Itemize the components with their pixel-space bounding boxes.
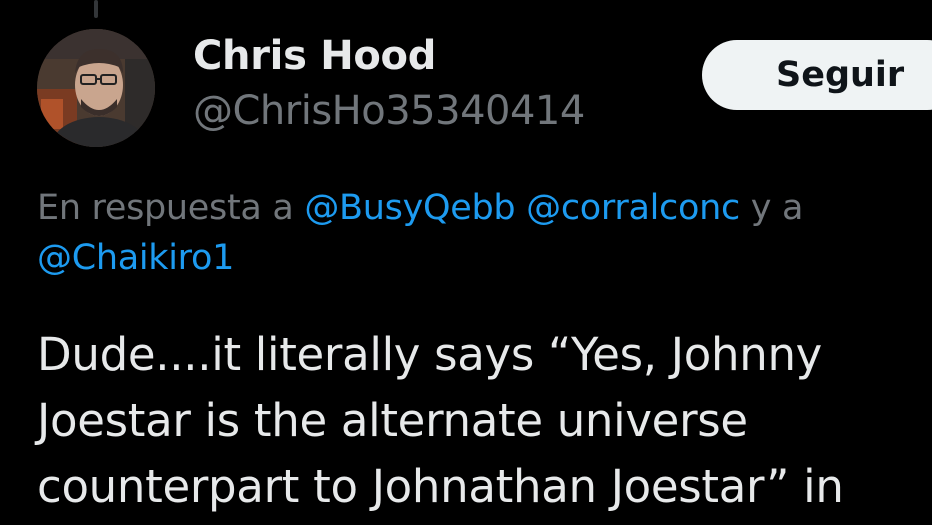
thread-connector-line — [94, 0, 98, 18]
reply-context: En respuesta a @BusyQebb @corralconc y a… — [37, 183, 932, 283]
tweet-text-line: Dude....it literally says “Yes, Johnny — [37, 328, 822, 381]
reply-context-line-1: En respuesta a @BusyQebb @corralconc y a — [37, 183, 932, 233]
reply-context-line-2: @Chaikiro1 — [37, 233, 932, 283]
tweet-text: Dude....it literally says “Yes, Johnny J… — [37, 322, 932, 520]
tweet-text-line: Joestar is the alternate universe — [37, 394, 748, 447]
avatar[interactable] — [37, 29, 155, 147]
tweet-text-line: counterpart to Johnathan Joestar” in — [37, 460, 844, 513]
author-display-name[interactable]: Chris Hood — [193, 33, 436, 79]
reply-connector: y a — [739, 188, 804, 228]
author-handle[interactable]: @ChrisHo35340414 — [193, 88, 585, 134]
mention-link-chaikiro1[interactable]: @Chaikiro1 — [37, 238, 234, 278]
avatar-photo — [37, 29, 155, 147]
mention-link-busyqebb[interactable]: @BusyQebb — [304, 188, 515, 228]
follow-button[interactable]: Seguir — [702, 40, 932, 110]
reply-prefix: En respuesta a — [37, 188, 305, 228]
mention-link-corralconc[interactable]: @corralconc — [526, 188, 740, 228]
